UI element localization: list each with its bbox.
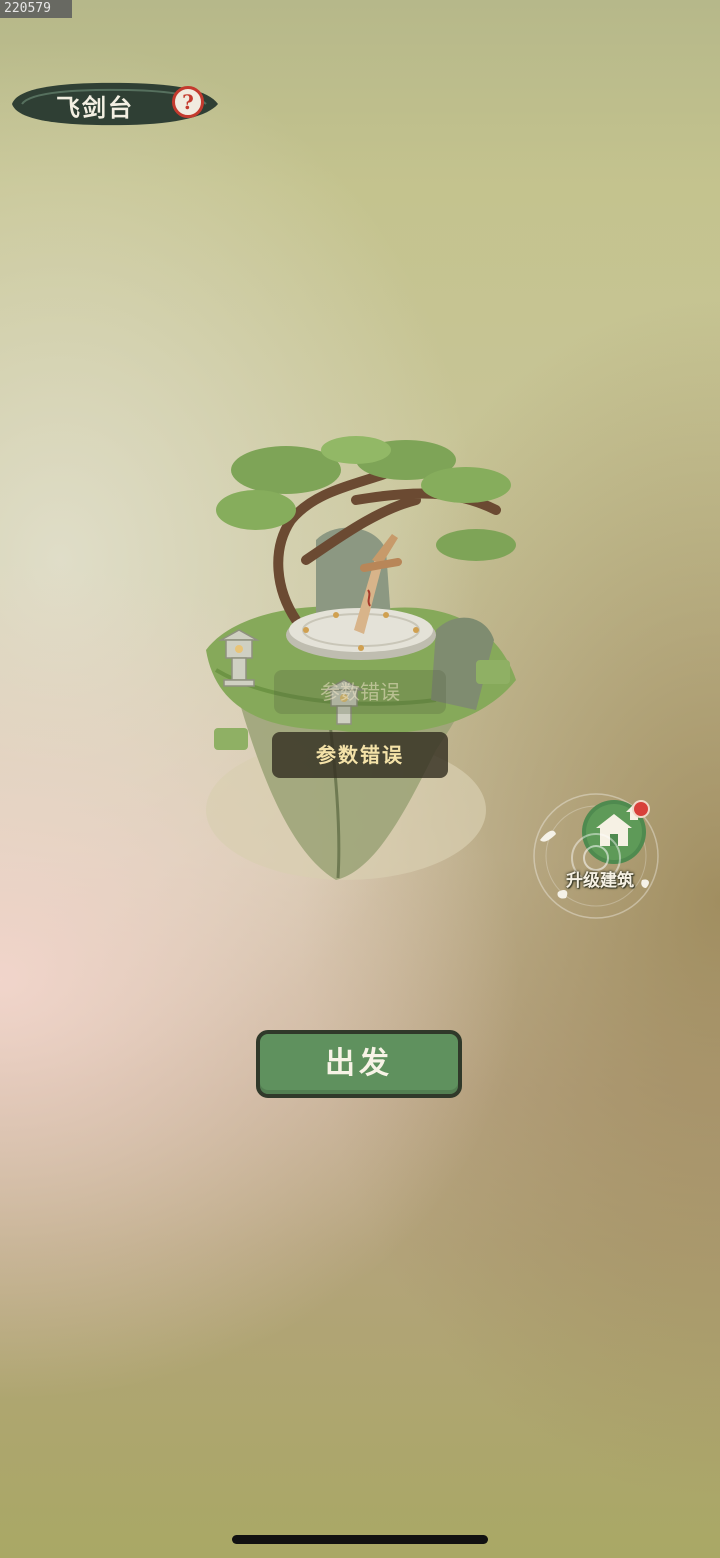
title-banner: 飞剑台 ? [8, 80, 220, 128]
depart-button[interactable]: 出发 [256, 1030, 462, 1098]
upgrade-building-label: 升级建筑 [566, 871, 634, 891]
build-id-label: 220579 [0, 0, 72, 18]
upgrade-building-button[interactable]: 升级建筑 [530, 790, 662, 920]
status-label: 参数错误 [272, 732, 448, 778]
question-mark-icon[interactable]: ? [172, 86, 204, 118]
notification-dot [632, 800, 650, 818]
home-indicator[interactable] [232, 1535, 488, 1544]
status-label-faded: 参数错误 [274, 670, 446, 714]
sword-platform-island [206, 436, 516, 880]
page-title: 飞剑台 [56, 93, 134, 122]
